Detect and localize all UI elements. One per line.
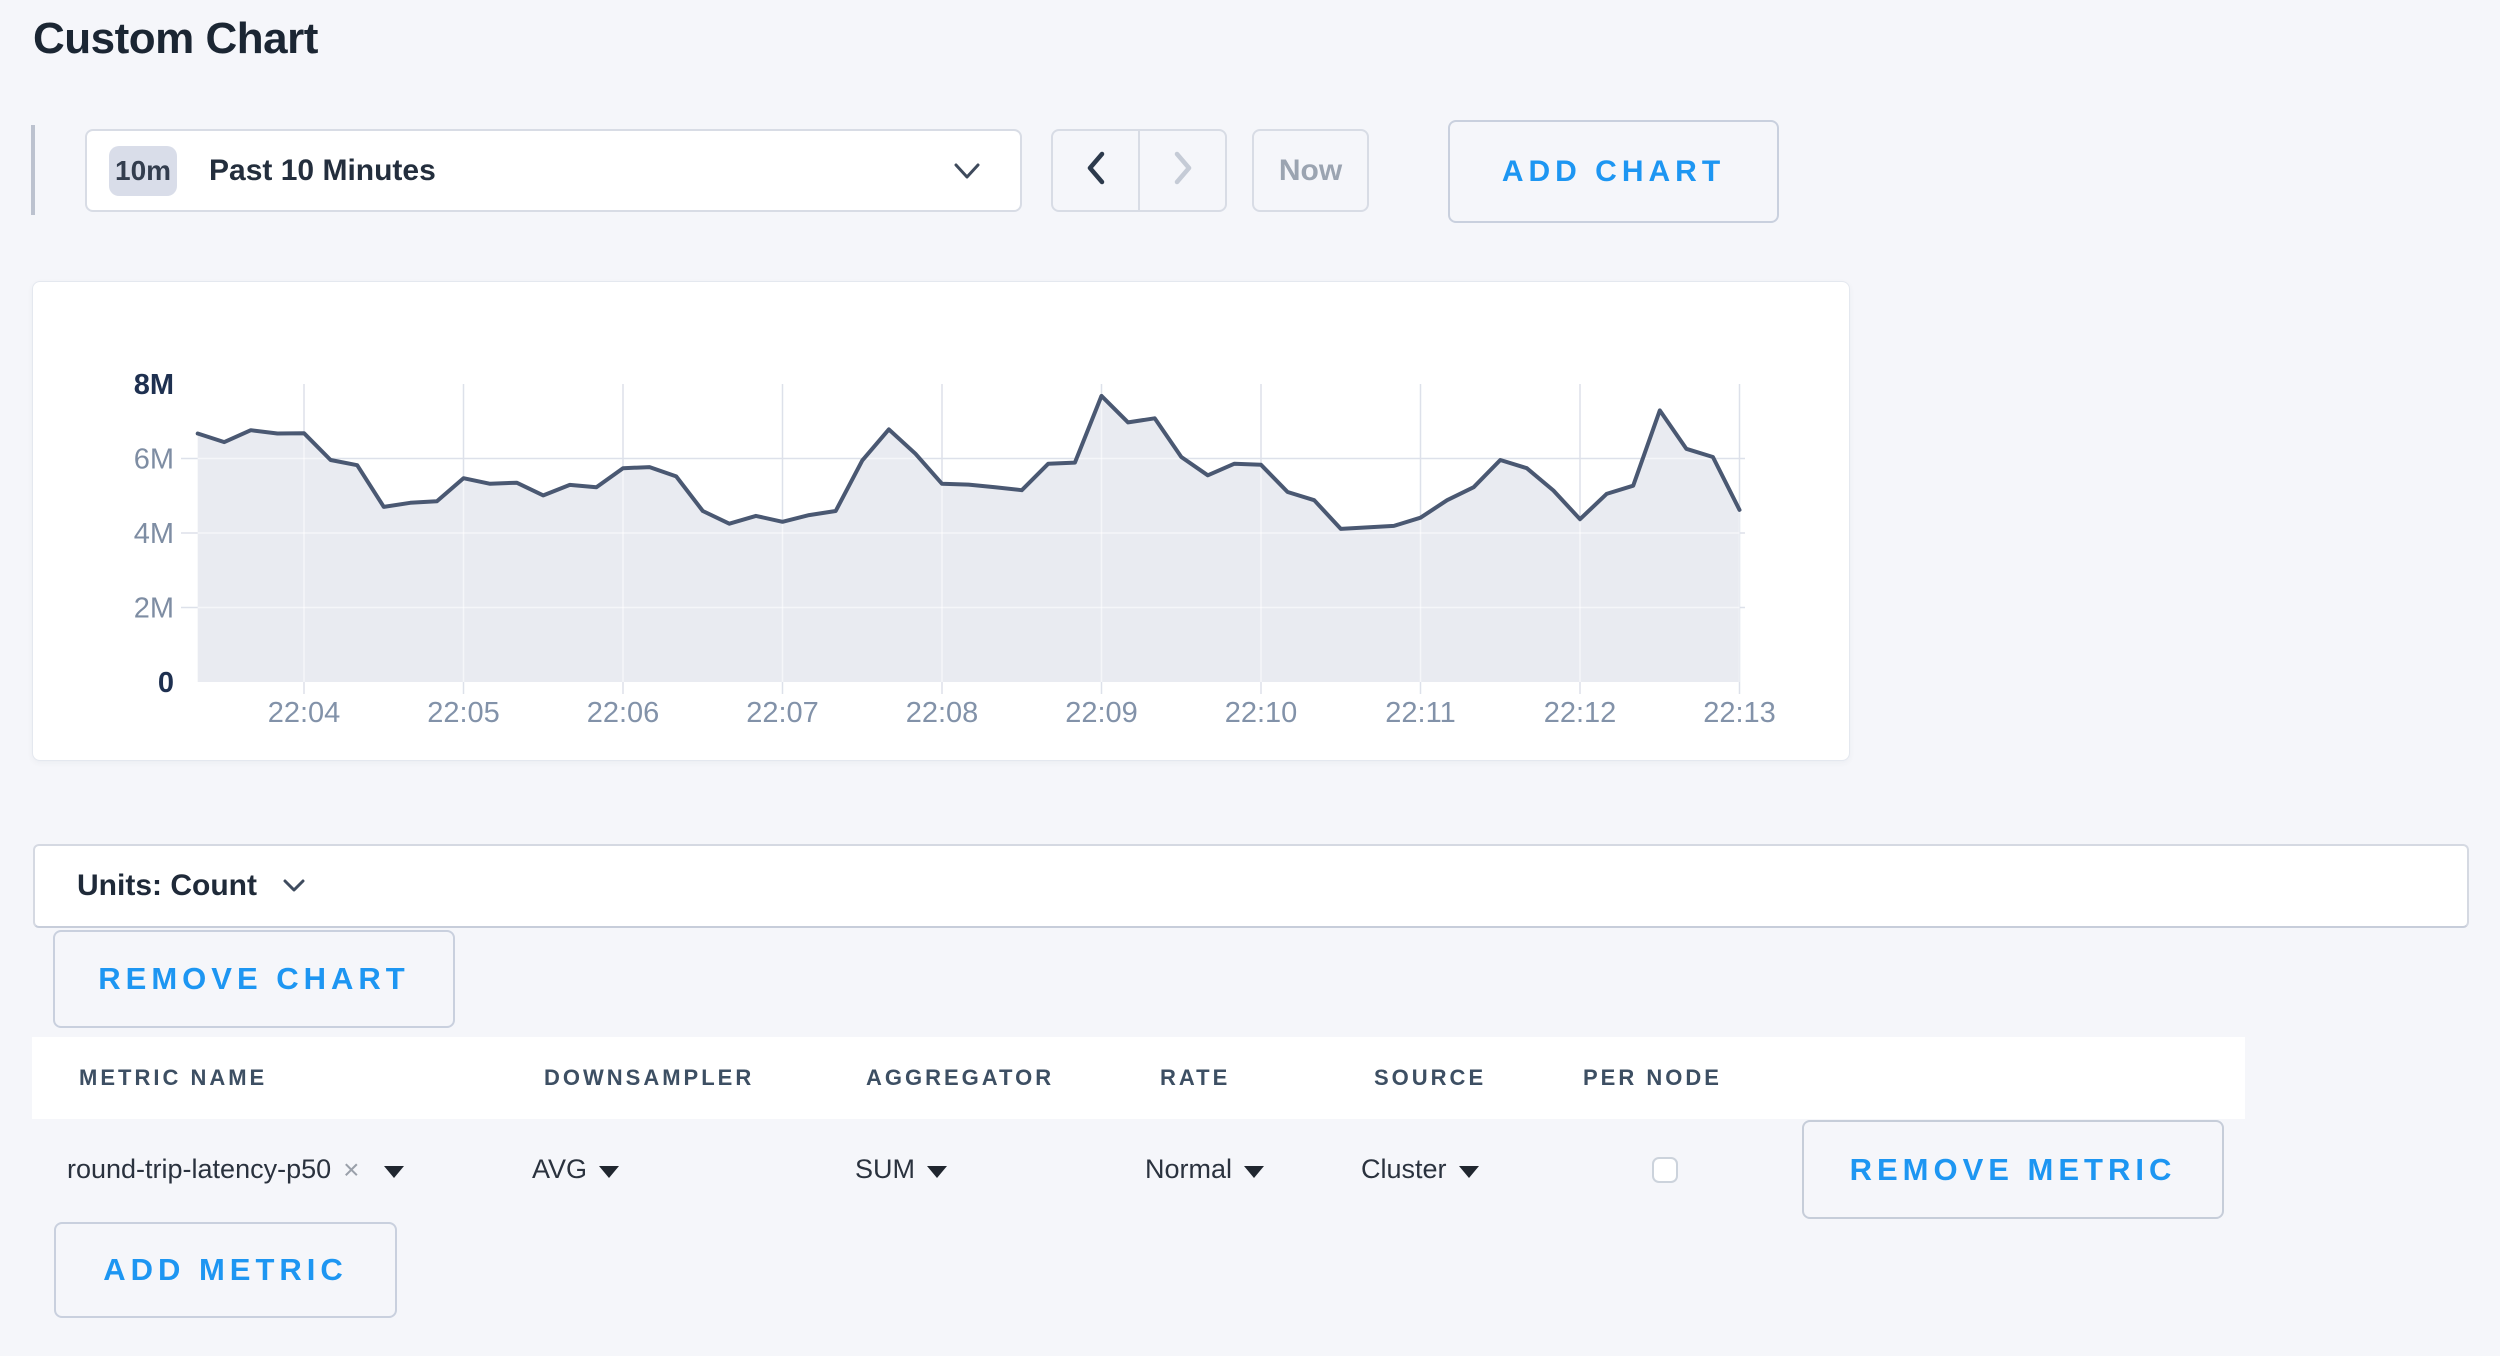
- column-header-per-node: PER NODE: [1583, 1037, 1722, 1119]
- caret-down-icon: [1244, 1166, 1264, 1178]
- chevron-down-icon: [954, 163, 980, 185]
- time-window-label: Past 10 Minutes: [209, 154, 436, 188]
- step-forward-button[interactable]: [1139, 129, 1227, 212]
- y-axis-label: 0: [158, 667, 174, 699]
- chevron-right-icon: [1172, 150, 1194, 191]
- column-header-rate: RATE: [1160, 1037, 1230, 1119]
- clear-metric-icon[interactable]: ×: [343, 1154, 359, 1186]
- downsampler-select[interactable]: AVG: [532, 1120, 619, 1219]
- time-window-badge: 10m: [109, 146, 177, 196]
- caret-down-icon: [599, 1166, 619, 1178]
- x-axis-label: 22:08: [906, 697, 979, 729]
- page-title: Custom Chart: [33, 14, 318, 64]
- source-value: Cluster: [1361, 1154, 1447, 1185]
- column-header-metric-name: METRIC NAME: [79, 1037, 267, 1119]
- x-axis-label: 22:04: [268, 697, 341, 729]
- x-axis-label: 22:05: [427, 697, 500, 729]
- aggregator-select[interactable]: SUM: [855, 1120, 947, 1219]
- remove-metric-button[interactable]: REMOVE METRIC: [1802, 1120, 2224, 1219]
- metric-name-value: round-trip-latency-p50: [67, 1154, 331, 1185]
- time-series-chart-card: 8M 6M 4M 2M 0 22:04 22:05 22:06 22:07 22:08 22:09 2…: [32, 281, 1850, 761]
- x-axis-label: 22:06: [587, 697, 660, 729]
- aggregator-value: SUM: [855, 1154, 915, 1185]
- time-series-chart[interactable]: 8M 6M 4M 2M 0 22:04 22:05 22:06 22:07 22:08 22:09 2…: [33, 282, 1849, 765]
- x-axis-label: 22:10: [1225, 697, 1298, 729]
- source-select[interactable]: Cluster: [1361, 1120, 1479, 1219]
- chevron-left-icon: [1085, 150, 1107, 191]
- x-axis-label: 22:09: [1065, 697, 1138, 729]
- chevron-down-icon: [283, 879, 305, 898]
- series-area: [198, 396, 1740, 682]
- units-dropdown[interactable]: Units: Count: [33, 844, 2469, 928]
- time-step-controls: [1051, 129, 1227, 212]
- add-chart-button[interactable]: ADD CHART: [1448, 120, 1779, 223]
- x-axis-label: 22:13: [1703, 697, 1776, 729]
- rate-select[interactable]: Normal: [1145, 1120, 1264, 1219]
- now-button[interactable]: Now: [1252, 129, 1369, 212]
- column-header-downsampler: DOWNSAMPLER: [544, 1037, 754, 1119]
- caret-down-icon: [384, 1166, 404, 1178]
- x-axis-label: 22:07: [746, 697, 819, 729]
- downsampler-value: AVG: [532, 1154, 587, 1185]
- column-header-source: SOURCE: [1374, 1037, 1486, 1119]
- metric-table-header: METRIC NAME DOWNSAMPLER AGGREGATOR RATE …: [32, 1037, 2245, 1119]
- per-node-checkbox[interactable]: [1652, 1157, 1678, 1183]
- add-metric-button[interactable]: ADD METRIC: [54, 1222, 397, 1318]
- toolbar-accent-divider: [31, 125, 35, 215]
- metric-name-select[interactable]: round-trip-latency-p50 ×: [67, 1120, 404, 1219]
- column-header-aggregator: AGGREGATOR: [866, 1037, 1054, 1119]
- caret-down-icon: [927, 1166, 947, 1178]
- units-dropdown-label: Units: Count: [77, 869, 257, 903]
- x-axis-label: 22:11: [1385, 697, 1455, 729]
- y-axis-label: 2M: [134, 593, 174, 625]
- y-axis-label: 4M: [134, 518, 174, 550]
- caret-down-icon: [1459, 1166, 1479, 1178]
- y-axis-label: 6M: [134, 444, 174, 476]
- time-window-dropdown[interactable]: 10m Past 10 Minutes: [85, 129, 1022, 212]
- remove-chart-button[interactable]: REMOVE CHART: [53, 930, 455, 1028]
- x-axis-label: 22:12: [1544, 697, 1617, 729]
- rate-value: Normal: [1145, 1154, 1232, 1185]
- step-back-button[interactable]: [1051, 129, 1139, 212]
- y-axis-label: 8M: [134, 369, 174, 401]
